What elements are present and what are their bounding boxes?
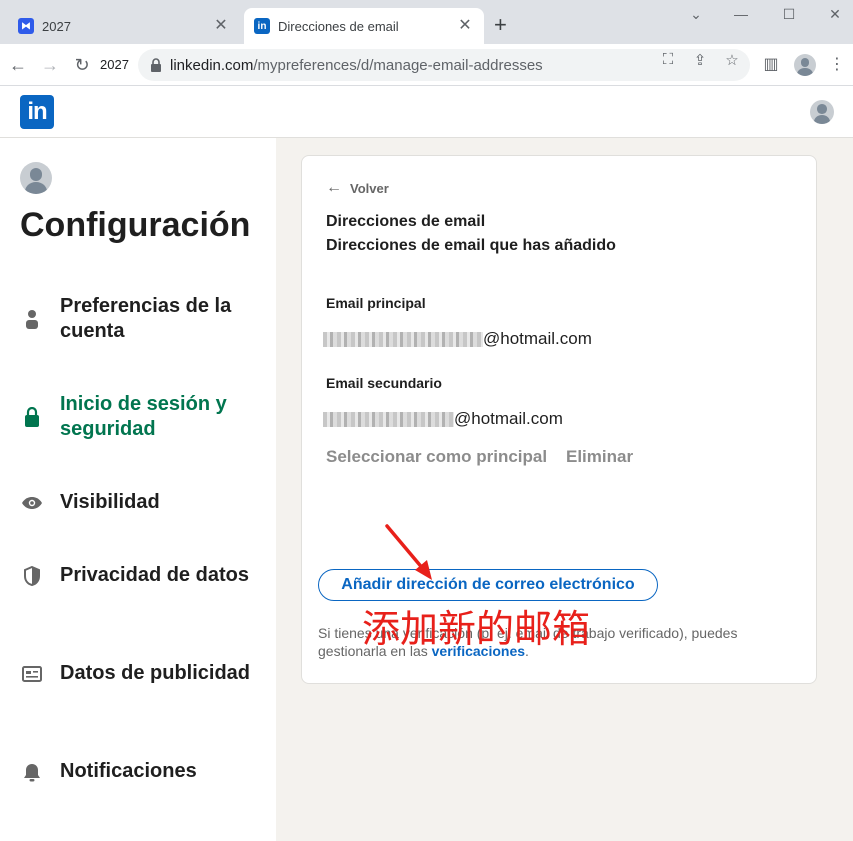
primary-email-label: Email principal [326,295,426,311]
browser-toolbar: ← → ↻ 2027 linkedin.com/mypreferences/d/… [0,44,853,86]
primary-email-value: @hotmail.com [323,329,592,349]
redacted-text [323,411,454,427]
sidebar-item-label: Notificaciones [60,760,197,782]
sidebar-item-visibility[interactable]: Visibilidad [20,490,260,515]
tab-search-chevron-icon[interactable]: ⌄ [686,6,706,23]
app-favicon-icon: ⧓ [18,18,34,34]
translate-icon[interactable]: ⛶ [658,51,678,68]
settings-sidebar: Configuración Preferencias de la cuenta … [0,138,276,841]
forward-arrow-icon[interactable]: → [38,53,62,77]
ad-card-icon [20,662,44,686]
tab-title: 2027 [42,18,71,34]
user-avatar[interactable] [810,100,834,124]
bookmark-star-icon[interactable]: ☆ [722,51,742,69]
arrow-left-icon: ← [326,179,342,196]
back-label: Volver [350,180,389,196]
browser-tab-bar: ⧓ 2027 ✕ in Direcciones de email ✕ + ⌄ —… [0,0,853,44]
person-icon [20,307,44,331]
sidebar-item-advertising-data[interactable]: Datos de publicidad [20,661,260,686]
sidebar-item-account-preferences[interactable]: Preferencias de la cuenta [20,294,260,344]
browser-tab-active[interactable]: in Direcciones de email ✕ [244,8,484,44]
reload-icon[interactable]: ↻ [70,53,94,77]
primary-email-domain: @hotmail.com [483,329,592,348]
close-icon[interactable]: ✕ [212,17,230,35]
url-path: /mypreferences/d/manage-email-addresses [253,56,543,74]
url-host: linkedin.com [170,56,254,74]
sidebar-item-label: Datos de publicidad [60,662,251,684]
add-email-button[interactable]: Añadir dirección de correo electrónico [318,569,658,601]
sidebar-item-sign-in-security[interactable]: Inicio de sesión y seguridad [20,392,260,442]
profile-avatar-icon[interactable] [794,54,816,76]
sidebar-item-notifications[interactable]: Notificaciones [20,759,260,784]
tab-title: Direcciones de email [278,18,399,34]
side-panel-icon[interactable]: ▥ [760,54,782,74]
shield-icon [20,564,44,588]
linkedin-favicon-icon: in [254,18,270,34]
back-link[interactable]: ← Volver [326,179,389,197]
linkedin-header: in [0,86,853,138]
share-icon[interactable]: ⇪ [690,51,710,69]
sidebar-item-label: Inicio de sesión y seguridad [60,393,227,440]
minimize-icon[interactable]: — [731,6,751,22]
secondary-email-domain: @hotmail.com [454,409,563,428]
redacted-text [323,331,483,347]
linkedin-logo[interactable]: in [20,95,54,129]
eye-icon [20,491,44,515]
card-subtitle: Direcciones de email que has añadido [326,237,616,254]
lock-icon [151,58,161,72]
secondary-email-value: @hotmail.com [323,409,563,429]
browser-tab-inactive[interactable]: ⧓ 2027 ✕ [8,8,240,44]
sidebar-item-label: Privacidad de datos [60,564,249,586]
menu-dots-icon[interactable]: ⋮ [826,54,848,74]
lock-icon [20,405,44,429]
annotation-text: 添加新的邮箱 [362,607,591,651]
reload-label: 2027 [100,57,129,72]
remove-email-button[interactable]: Eliminar [566,447,633,467]
new-tab-icon[interactable]: + [494,13,507,37]
maximize-icon[interactable]: ☐ [779,6,799,23]
sidebar-item-data-privacy[interactable]: Privacidad de datos [20,563,260,588]
card-title: Direcciones de email [326,213,486,230]
page-title: Configuración [20,206,251,244]
annotation-arrow-icon [385,524,432,580]
sidebar-item-label: Visibilidad [60,491,160,513]
secondary-email-label: Email secundario [326,375,442,391]
sidebar-avatar [20,162,52,194]
make-primary-button[interactable]: Seleccionar como principal [326,447,547,467]
bell-icon [20,760,44,784]
window-close-icon[interactable]: ✕ [825,6,845,23]
close-icon[interactable]: ✕ [456,17,474,35]
back-arrow-icon[interactable]: ← [6,53,30,77]
sidebar-item-label: Preferencias de la cuenta [60,295,232,342]
